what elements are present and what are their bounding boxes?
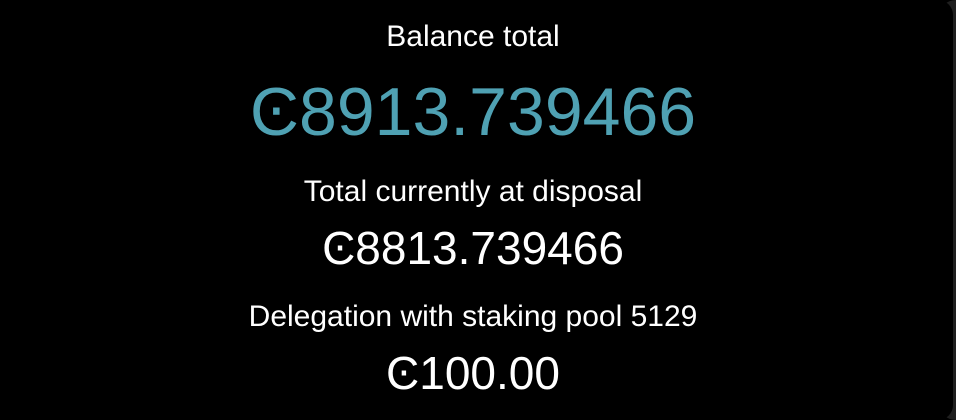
delegation-value: Ͼ100.00 (386, 347, 560, 399)
balance-card: Balance total Ͼ8913.739466 Total current… (0, 0, 956, 420)
balance-total-label: Balance total (386, 20, 560, 53)
balance-total-value: Ͼ8913.739466 (249, 74, 697, 150)
delegation-label: Delegation with staking pool 5129 (248, 300, 698, 333)
disposal-label: Total currently at disposal (303, 175, 643, 208)
disposal-value: Ͼ8813.739466 (322, 222, 624, 274)
